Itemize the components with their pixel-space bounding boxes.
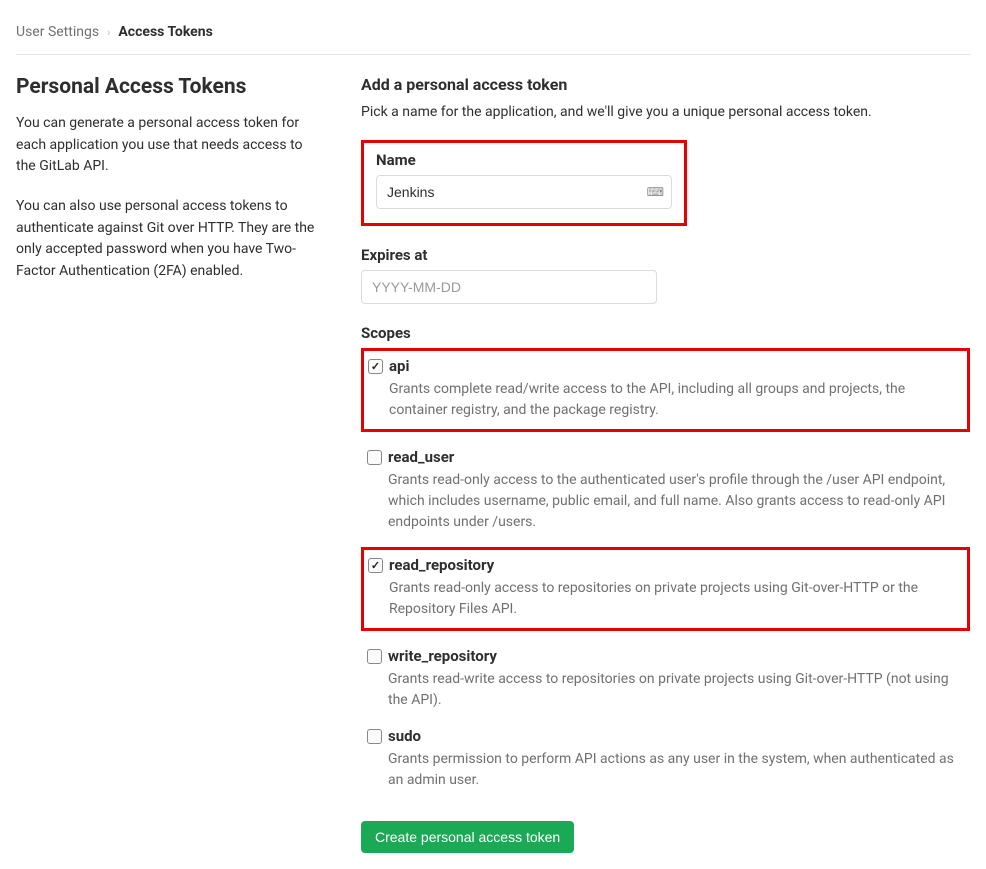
breadcrumb-current: Access Tokens	[118, 24, 212, 40]
scope-checkbox-sudo[interactable]	[367, 729, 382, 744]
expires-label: Expires at	[361, 246, 970, 264]
scopes-label: Scopes	[361, 324, 970, 342]
sidebar: Personal Access Tokens You can generate …	[16, 75, 321, 853]
form-heading: Add a personal access token	[361, 75, 970, 94]
page-title: Personal Access Tokens	[16, 75, 321, 99]
scope-row-read_user: read_user Grants read-only access to the …	[361, 446, 970, 543]
scope-row-read_repository: read_repository Grants read-only access t…	[361, 547, 970, 631]
scope-row-sudo: sudo Grants permission to perform API act…	[361, 725, 970, 801]
sidebar-paragraph-1: You can generate a personal access token…	[16, 113, 321, 178]
expires-input[interactable]	[361, 270, 657, 304]
scope-row-api: api Grants complete read/write access to …	[361, 348, 970, 432]
sidebar-paragraph-2: You can also use personal access tokens …	[16, 196, 321, 283]
scope-checkbox-read_user[interactable]	[367, 450, 382, 465]
scope-desc-api: Grants complete read/write access to the…	[389, 379, 963, 421]
breadcrumb: User Settings › Access Tokens	[16, 16, 970, 55]
scope-checkbox-api[interactable]	[368, 359, 383, 374]
scope-desc-read_repository: Grants read-only access to repositories …	[389, 578, 963, 620]
scope-desc-sudo: Grants permission to perform API actions…	[388, 749, 964, 791]
scope-name-write_repository: write_repository	[388, 647, 497, 665]
name-input[interactable]	[376, 175, 672, 209]
scope-name-read_repository: read_repository	[389, 556, 494, 574]
scope-name-read_user: read_user	[388, 448, 454, 466]
create-token-button[interactable]: Create personal access token	[361, 821, 574, 853]
scope-row-write_repository: write_repository Grants read-write access…	[361, 645, 970, 721]
content: Add a personal access token Pick a name …	[361, 75, 970, 853]
name-field-highlight: Name ⌨	[361, 140, 687, 226]
form-subheading: Pick a name for the application, and we'…	[361, 104, 970, 120]
chevron-right-icon: ›	[107, 26, 110, 39]
scope-checkbox-write_repository[interactable]	[367, 649, 382, 664]
breadcrumb-parent[interactable]: User Settings	[16, 24, 99, 40]
scope-name-api: api	[389, 357, 409, 375]
scope-name-sudo: sudo	[388, 727, 421, 745]
name-label: Name	[376, 151, 672, 169]
scope-desc-write_repository: Grants read-write access to repositories…	[388, 669, 964, 711]
scope-checkbox-read_repository[interactable]	[368, 558, 383, 573]
scope-desc-read_user: Grants read-only access to the authentic…	[388, 470, 964, 533]
